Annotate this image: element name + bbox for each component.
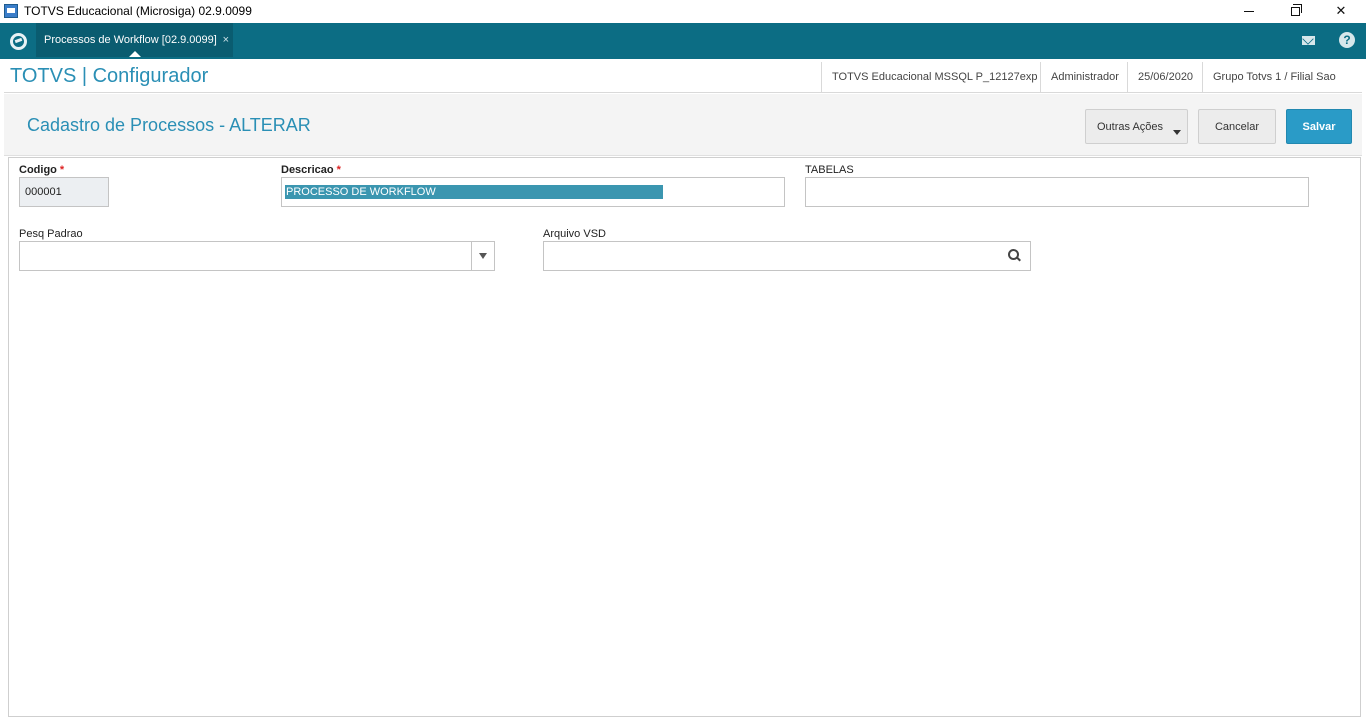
chevron-down-icon[interactable]: [479, 253, 487, 259]
pesq-padrao-select[interactable]: [19, 241, 495, 271]
minimize-button[interactable]: [1226, 0, 1272, 23]
restore-icon: [1290, 4, 1302, 17]
outras-acoes-button[interactable]: Outras Ações: [1085, 109, 1188, 144]
pesq-padrao-label: Pesq Padrao: [19, 228, 83, 240]
arquivo-vsd-label: Arquivo VSD: [543, 228, 606, 240]
descricao-field[interactable]: PROCESSO DE WORKFLOW: [281, 177, 785, 207]
close-icon: ✕: [1335, 3, 1347, 18]
cancel-button[interactable]: Cancelar: [1198, 109, 1276, 144]
module-title: TOTVS | Configurador: [10, 65, 209, 87]
app-window-icon: [4, 4, 18, 18]
save-button[interactable]: Salvar: [1286, 109, 1352, 144]
branch-info[interactable]: Grupo Totvs 1 / Filial Sao Paul: [1202, 62, 1362, 113]
required-mark: *: [336, 164, 341, 176]
window-title: TOTVS Educacional (Microsiga) 02.9.0099: [24, 4, 252, 18]
module-header: TOTVS | Configurador TOTVS Educacional M…: [4, 62, 1362, 113]
totvs-logo-icon[interactable]: [10, 33, 27, 50]
chevron-down-icon: [1173, 130, 1181, 135]
descricao-label: Descricao *: [281, 164, 341, 176]
minimize-icon: [1244, 11, 1254, 13]
environment-info[interactable]: TOTVS Educacional MSSQL P_12127exp: [821, 62, 1047, 92]
tabelas-label: TABELAS: [805, 164, 854, 176]
descricao-value: PROCESSO DE WORKFLOW: [286, 186, 436, 198]
tab-close-icon[interactable]: ×: [223, 23, 229, 57]
page-header: Cadastro de Processos - ALTERAR Outras A…: [4, 94, 1362, 156]
form-panel: Codigo * 000001 Descricao * PROCESSO DE WO…: [8, 157, 1361, 717]
restore-button[interactable]: [1272, 0, 1318, 23]
search-icon[interactable]: [1008, 249, 1022, 263]
mail-icon[interactable]: [1302, 36, 1315, 45]
codigo-value: 000001: [25, 186, 62, 198]
close-window-button[interactable]: ✕: [1318, 0, 1364, 23]
descricao-label-text: Descricao: [281, 164, 334, 176]
app-tab-bar: Processos de Workflow [02.9.0099] × ?: [0, 23, 1366, 59]
outras-acoes-label: Outras Ações: [1097, 121, 1164, 133]
date-info[interactable]: 25/06/2020: [1127, 62, 1203, 92]
arquivo-vsd-field[interactable]: [543, 241, 1031, 271]
page-title: Cadastro de Processos - ALTERAR: [27, 115, 311, 135]
active-tab-indicator: [129, 51, 141, 57]
tabelas-field[interactable]: [805, 177, 1309, 207]
tab-label: Processos de Workflow [02.9.0099]: [44, 34, 217, 46]
codigo-field[interactable]: 000001: [19, 177, 109, 207]
user-info[interactable]: Administrador: [1040, 62, 1129, 92]
codigo-label-text: Codigo: [19, 164, 57, 176]
help-icon[interactable]: ?: [1339, 32, 1355, 48]
required-mark: *: [59, 164, 65, 176]
window-title-bar: TOTVS Educacional (Microsiga) 02.9.0099 …: [0, 0, 1366, 23]
codigo-label: Codigo *: [19, 164, 64, 176]
dropdown-separator: [471, 242, 472, 270]
